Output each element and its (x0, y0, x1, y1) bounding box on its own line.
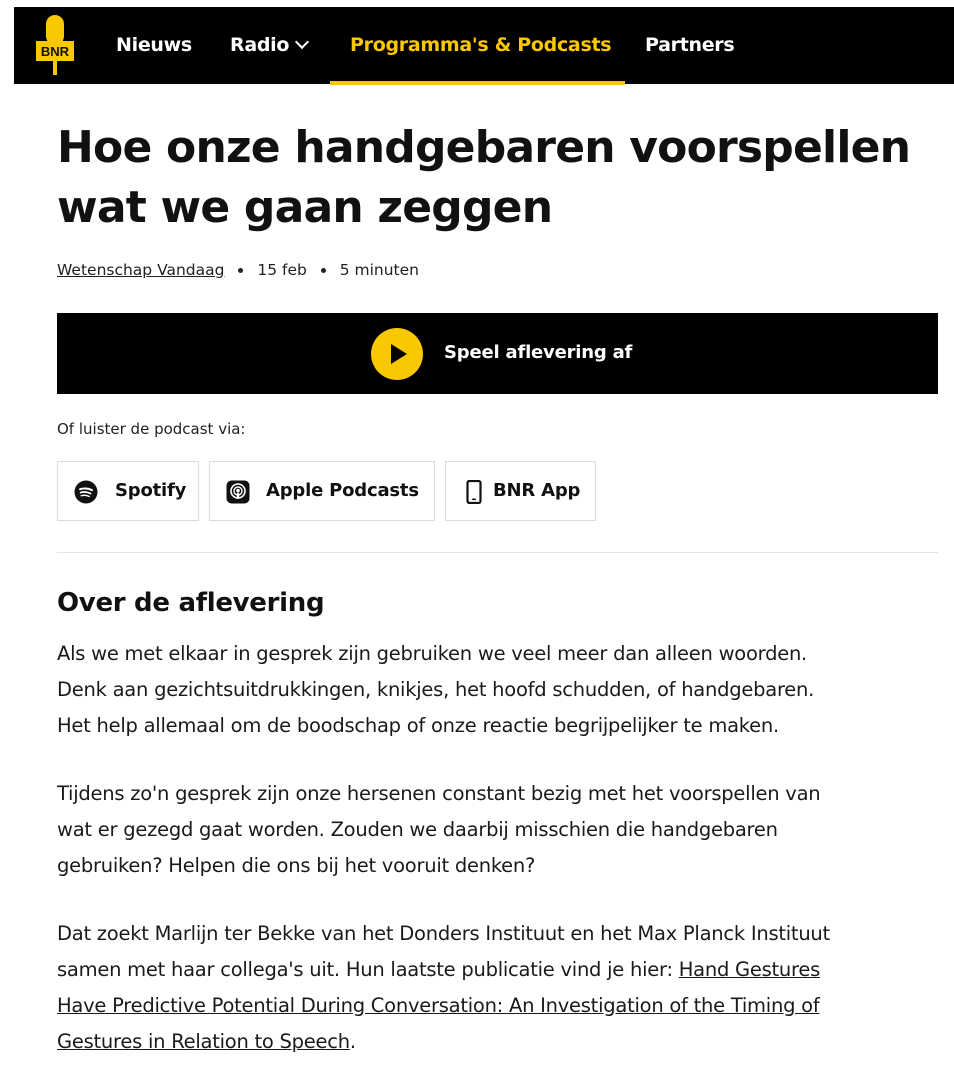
logo-text: BNR (41, 44, 70, 59)
divider (57, 552, 938, 553)
page-title: Hoe onze handgebaren voorspellen wat we … (57, 118, 917, 238)
paragraph-line: samen met haar collega's uit. Hun laatst… (57, 958, 679, 981)
nav-item-programmas-podcasts[interactable]: Programma's & Podcasts (350, 34, 612, 56)
chevron-down-icon (295, 34, 310, 50)
bnr-app-label: BNR App (493, 480, 581, 501)
nav-item-radio[interactable]: Radio (230, 34, 310, 56)
publish-date: 15 feb (257, 261, 307, 279)
title-line-1: Hoe onze handgebaren voorspellen (57, 122, 911, 173)
spotify-label: Spotify (115, 480, 187, 501)
play-episode-button[interactable]: Speel aflevering af (57, 313, 938, 394)
separator-dot (238, 268, 244, 273)
program-link[interactable]: Wetenschap Vandaag (57, 261, 224, 279)
phone-icon (462, 479, 486, 505)
title-line-2: wat we gaan zeggen (57, 182, 553, 233)
about-paragraph-3: Dat zoekt Marlijn ter Bekke van het Dond… (57, 916, 937, 1060)
listen-via-label: Of luister de podcast via: (57, 420, 246, 438)
active-nav-indicator (330, 81, 625, 85)
spotify-icon (74, 480, 98, 504)
nav-item-radio-label: Radio (230, 34, 290, 56)
apple-podcasts-button[interactable]: Apple Podcasts (209, 461, 435, 521)
play-icon (371, 328, 423, 380)
paragraph-line: Als we met elkaar in gesprek zijn gebrui… (57, 642, 808, 665)
about-paragraph-2: Tijdens zo'n gesprek zijn onze hersenen … (57, 776, 937, 884)
play-episode-label: Speel aflevering af (444, 342, 633, 363)
paragraph-line: Dat zoekt Marlijn ter Bekke van het Dond… (57, 922, 830, 945)
paragraph-line: Denk aan gezichtsuitdrukkingen, knikjes,… (57, 678, 815, 701)
about-heading: Over de aflevering (57, 588, 325, 618)
about-paragraph-1: Als we met elkaar in gesprek zijn gebrui… (57, 636, 937, 744)
separator-dot (320, 268, 326, 273)
bnr-logo[interactable]: BNR (36, 15, 74, 75)
paragraph-line: Tijdens zo'n gesprek zijn onze hersenen … (57, 782, 821, 805)
paragraph-line: Het help allemaal om de boodschap of onz… (57, 714, 779, 737)
duration: 5 minuten (339, 261, 419, 279)
apple-podcasts-label: Apple Podcasts (266, 480, 419, 501)
paragraph-end: . (349, 1030, 356, 1053)
apple-podcasts-icon (226, 480, 250, 504)
bnr-app-button[interactable]: BNR App (445, 461, 596, 521)
nav-item-nieuws[interactable]: Nieuws (116, 34, 192, 56)
nav-item-partners[interactable]: Partners (645, 34, 735, 56)
paragraph-line: wat er gezegd gaat worden. Zouden we daa… (57, 818, 778, 841)
article-meta: Wetenschap Vandaag 15 feb 5 minuten (57, 261, 419, 279)
spotify-button[interactable]: Spotify (57, 461, 199, 521)
paragraph-line: gebruiken? Helpen die ons bij het voorui… (57, 854, 536, 877)
top-navigation: BNR Nieuws Radio Programma's & Podcasts … (14, 7, 954, 85)
